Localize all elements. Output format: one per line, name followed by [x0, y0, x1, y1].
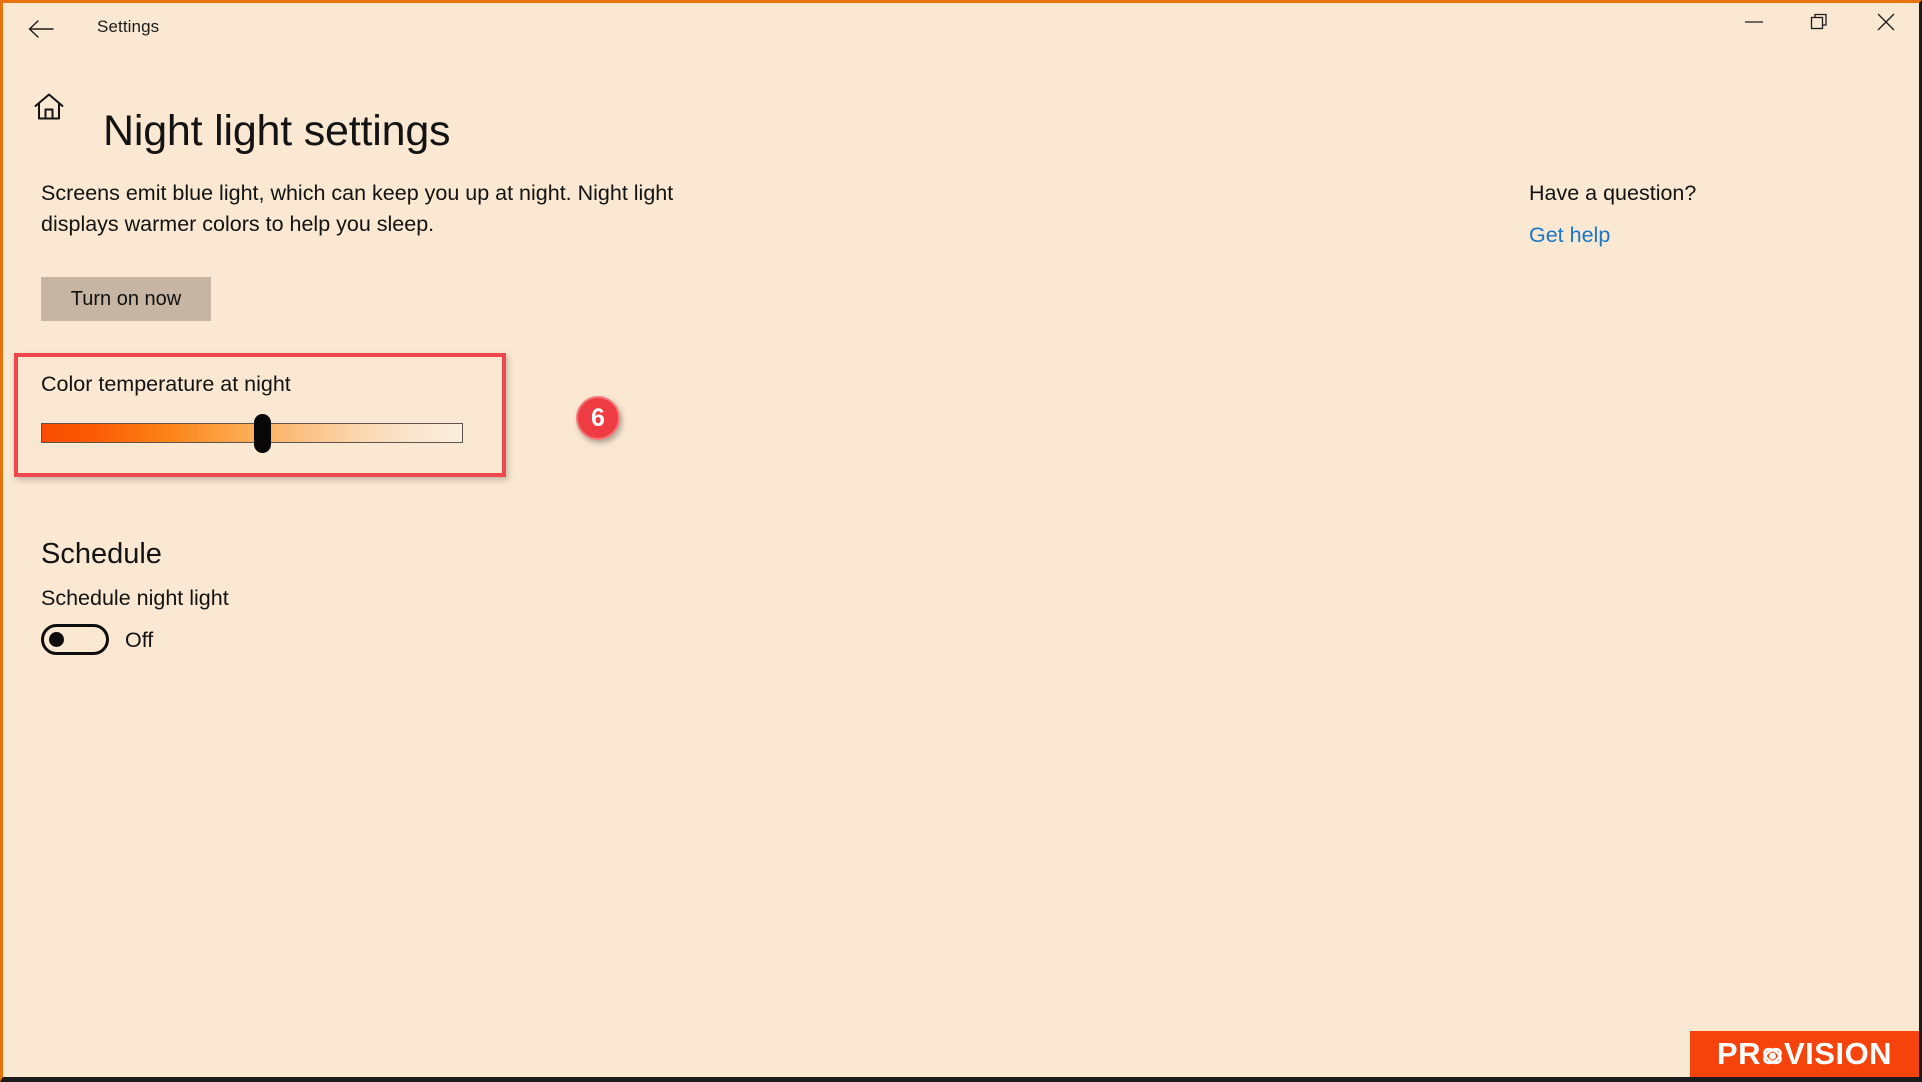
restore-window-icon [1810, 12, 1830, 37]
back-arrow-icon [28, 19, 54, 39]
schedule-night-light-label: Schedule night light [41, 586, 229, 610]
slider-thumb[interactable] [254, 414, 271, 453]
get-help-link[interactable]: Get help [1529, 223, 1610, 248]
close-icon [1876, 12, 1896, 37]
help-heading: Have a question? [1529, 181, 1697, 205]
minimize-button[interactable] [1721, 3, 1787, 45]
color-temperature-slider[interactable] [41, 423, 463, 443]
provision-text-before: PR [1716, 1036, 1761, 1071]
home-button[interactable] [25, 85, 73, 133]
back-button[interactable] [15, 6, 67, 52]
minimize-icon [1744, 15, 1764, 33]
turn-on-now-button[interactable]: Turn on now [41, 277, 211, 321]
settings-window: Settings Night light settings Screens em… [0, 0, 1922, 1082]
page-title: Night light settings [103, 106, 451, 155]
toggle-knob [49, 632, 64, 647]
provision-wordmark: PR VISION [1717, 1036, 1892, 1072]
home-icon [33, 92, 65, 127]
provision-swirl-icon [1760, 1039, 1785, 1070]
page-description: Screens emit blue light, which can keep … [41, 181, 674, 237]
color-temperature-label: Color temperature at night [41, 372, 291, 396]
provision-text-after: VISION [1783, 1036, 1893, 1071]
provision-watermark: PR VISION [1690, 1031, 1919, 1077]
schedule-night-light-toggle[interactable] [41, 624, 109, 655]
maximize-restore-button[interactable] [1787, 3, 1853, 45]
close-button[interactable] [1853, 3, 1919, 45]
schedule-toggle-state-label: Off [125, 628, 154, 652]
step-badge-6: 6 [576, 396, 620, 440]
schedule-heading: Schedule [41, 538, 162, 571]
title-bar: Settings [3, 3, 1919, 55]
app-title: Settings [97, 17, 160, 36]
slider-gradient-track [42, 424, 462, 442]
